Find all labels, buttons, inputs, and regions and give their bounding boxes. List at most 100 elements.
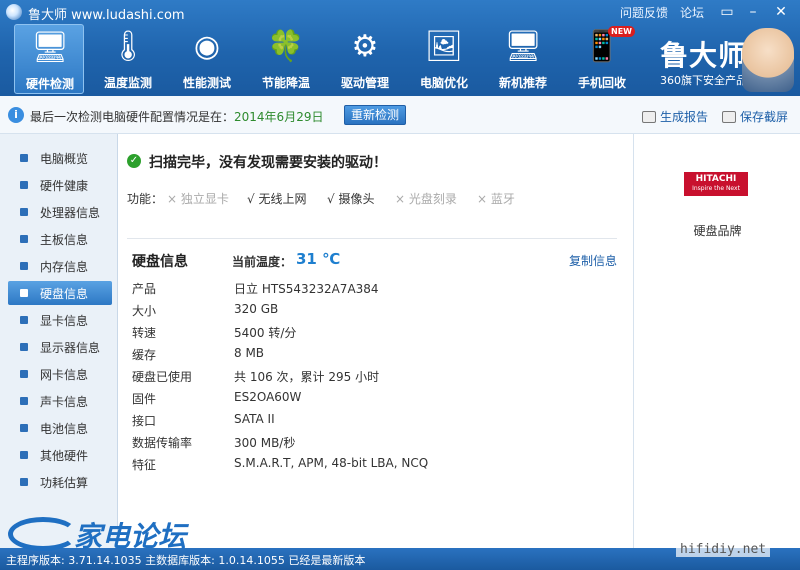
minimize-button[interactable]: – [744, 3, 762, 21]
sidebar-item-memory[interactable]: 内存信息 [8, 254, 112, 278]
sidebar-item-other[interactable]: 其他硬件 [8, 443, 112, 467]
generate-report-button[interactable]: 生成报告 [642, 108, 708, 125]
last-check-date: 2014年6月29日 [234, 110, 324, 124]
top-bar: 鲁大师 www.ludashi.com 问题反馈 论坛 ▭ – ✕ 🖥 硬件检测… [0, 0, 800, 96]
copy-info-link[interactable]: 复制信息 [569, 252, 617, 269]
last-check-text: 最后一次检测电脑硬件配置情况是在：2014年6月29日 [30, 108, 323, 125]
sidebar-item-display[interactable]: 显示器信息 [8, 335, 112, 359]
bullet-icon [20, 208, 28, 216]
brand-caption: 硬盘品牌 [693, 224, 742, 238]
brand-panel: HITACHI Inspire the Next 硬盘品牌 [633, 134, 800, 548]
sidebar-item-label: 显卡信息 [40, 314, 89, 328]
tool-label: 性能测试 [182, 76, 231, 90]
feature-camera: √ 摄像头 [327, 192, 375, 206]
sidebar-item-label: 显示器信息 [40, 341, 101, 355]
skin-icon[interactable]: ▭ [718, 3, 736, 21]
close-button[interactable]: ✕ [772, 3, 790, 21]
sidebar-item-battery[interactable]: 电池信息 [8, 416, 112, 440]
check-circle-icon: ✓ [127, 154, 141, 168]
feature-disc-burning: × 光盘刻录 [395, 192, 457, 206]
save-screenshot-button[interactable]: 保存截屏 [722, 108, 788, 125]
sidebar-item-label: 声卡信息 [40, 395, 89, 409]
site-watermark: hifidiy.net [676, 542, 771, 557]
spec-value: 300 MB/秒 [234, 436, 296, 450]
divider [127, 238, 617, 239]
features-label: 功能： [127, 192, 164, 206]
hitachi-logo-tagline: Inspire the Next [692, 185, 740, 192]
spec-label: 硬盘已使用 [132, 370, 193, 384]
sidebar-item-label: 处理器信息 [40, 206, 101, 220]
sidebar-item-label: 网卡信息 [40, 368, 89, 382]
sidebar-item-label: 功耗估算 [40, 476, 89, 490]
sidebar-item-sound[interactable]: 声卡信息 [8, 389, 112, 413]
printer-icon [642, 111, 656, 123]
sidebar-item-label: 电脑概览 [40, 152, 89, 166]
tool-pc-optimize[interactable]: 🖼 电脑优化 [409, 24, 479, 94]
spec-label: 固件 [132, 392, 157, 406]
recheck-button[interactable]: 重新检测 [344, 105, 406, 125]
spec-label: 特征 [132, 458, 157, 472]
forum-link[interactable]: 论坛 [680, 4, 704, 21]
generate-report-label: 生成报告 [660, 110, 709, 124]
bullet-icon [20, 235, 28, 243]
tool-label: 温度监测 [103, 76, 152, 90]
spec-value: 320 GB [234, 302, 279, 316]
last-check-label: 最后一次检测电脑硬件配置情况是在： [30, 110, 235, 124]
feedback-link[interactable]: 问题反馈 [620, 4, 668, 21]
title-bar: 鲁大师 www.ludashi.com 问题反馈 论坛 ▭ – ✕ [0, 0, 800, 24]
camera-icon [722, 111, 736, 123]
tool-label: 新机推荐 [498, 76, 547, 90]
section-title: 硬盘信息 [132, 254, 188, 270]
main-toolbar: 🖥 硬件检测 🌡 温度监测 ◉ 性能测试 🍀 节能降温 ⚙ 驱动管理 🖼 电脑优… [0, 24, 800, 96]
sidebar-item-power[interactable]: 功耗估算 [8, 470, 112, 494]
tool-energy-saving[interactable]: 🍀 节能降温 [251, 24, 321, 94]
sidebar-item-network[interactable]: 网卡信息 [8, 362, 112, 386]
tool-label: 节能降温 [261, 76, 310, 90]
sidebar-item-label: 内存信息 [40, 260, 89, 274]
tool-phone-recycle[interactable]: 📱 NEW 手机回收 [567, 24, 637, 94]
bullet-icon [20, 370, 28, 378]
ludashi-logo: 鲁大师 [660, 39, 748, 72]
feature-bluetooth: × 蓝牙 [477, 192, 515, 206]
bullet-icon [20, 397, 28, 405]
temperature-value: 31 ℃ [296, 250, 341, 268]
monitor-search-icon: 🖥 [30, 30, 70, 65]
mascot-icon [742, 28, 794, 92]
spec-label: 大小 [132, 304, 157, 318]
spec-label: 数据传输率 [132, 436, 193, 450]
speedometer-icon: ◉ [193, 29, 221, 64]
tool-new-pc[interactable]: 🖥 新机推荐 [488, 24, 558, 94]
sidebar-item-overview[interactable]: 电脑概览 [8, 146, 112, 170]
spec-label: 缓存 [132, 348, 157, 362]
bullet-icon [20, 316, 28, 324]
brand-subtitle: 360旗下安全产品 [660, 74, 747, 87]
sidebar-item-label: 主板信息 [40, 233, 89, 247]
spec-value: 日立 HTS543232A7A384 [234, 282, 379, 296]
spec-value: ES2OA60W [234, 390, 302, 404]
tool-temperature[interactable]: 🌡 温度监测 [93, 24, 163, 94]
spec-value: 共 106 次，累计 295 小时 [234, 370, 380, 384]
tool-hardware-check[interactable]: 🖥 硬件检测 [14, 24, 84, 94]
sidebar-item-label: 硬盘信息 [40, 287, 89, 301]
tool-performance[interactable]: ◉ 性能测试 [172, 24, 242, 94]
swirl-logo-icon [8, 517, 78, 551]
sidebar-item-cpu[interactable]: 处理器信息 [8, 200, 112, 224]
sidebar-item-health[interactable]: 硬件健康 [8, 173, 112, 197]
spec-value: 8 MB [234, 346, 265, 360]
sidebar-item-motherboard[interactable]: 主板信息 [8, 227, 112, 251]
sidebar-item-disk[interactable]: 硬盘信息 [8, 281, 112, 305]
spec-value: 5400 转/分 [234, 326, 297, 340]
tool-driver-manager[interactable]: ⚙ 驱动管理 [330, 24, 400, 94]
pc-medal-icon: 🖥 [503, 29, 543, 64]
sidebar-item-label: 其他硬件 [40, 449, 89, 463]
bullet-icon [20, 181, 28, 189]
bullet-icon [20, 343, 28, 351]
clover-icon: 🍀 [267, 29, 305, 64]
sidebar: 电脑概览 硬件健康 处理器信息 主板信息 内存信息 硬盘信息 显卡信息 显示器信… [0, 134, 118, 548]
spec-label: 转速 [132, 326, 157, 340]
sidebar-item-gpu[interactable]: 显卡信息 [8, 308, 112, 332]
tool-label: 硬件检测 [25, 77, 74, 91]
tool-label: 驱动管理 [340, 76, 389, 90]
info-icon: i [8, 107, 24, 123]
sidebar-item-label: 硬件健康 [40, 179, 89, 193]
